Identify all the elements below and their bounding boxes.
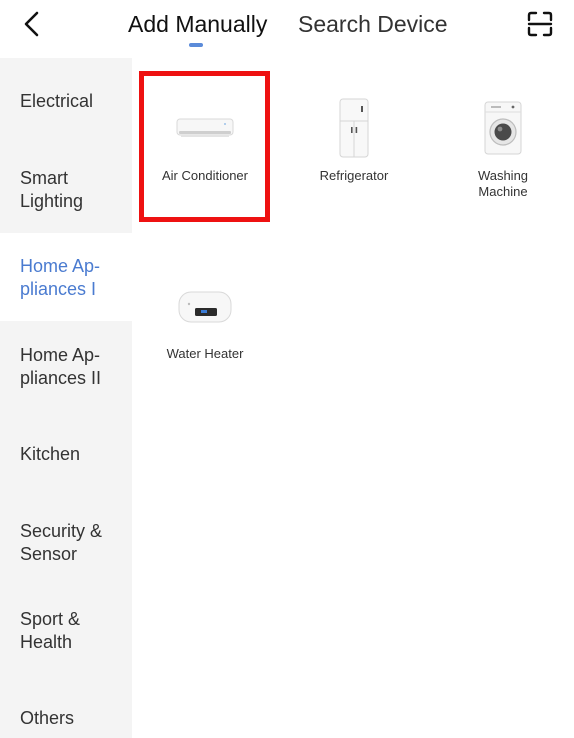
sidebar-item-label: Home Ap- pliances II — [20, 345, 102, 388]
category-sidebar: Electrical Smart Lighting Home Ap- plian… — [0, 58, 132, 738]
sidebar-item-label: Home Ap- pliances I — [20, 256, 101, 299]
chevron-left-icon — [24, 11, 39, 37]
device-water-heater[interactable]: Water Heater — [140, 266, 270, 362]
tab-search-device[interactable]: Search Device — [298, 8, 448, 40]
sidebar-item-kitchen[interactable]: Kitchen — [0, 409, 132, 497]
scan-button[interactable] — [524, 8, 556, 40]
sidebar-item-home-appliances-1[interactable]: Home Ap- pliances I — [0, 233, 132, 321]
sidebar-item-security-sensor[interactable]: Security & Sensor — [0, 497, 132, 585]
sidebar-item-label: Security & Sensor — [20, 521, 103, 564]
device-label: Refrigerator — [319, 168, 389, 183]
device-refrigerator[interactable]: Refrigerator — [289, 88, 419, 184]
active-tab-indicator — [189, 43, 203, 47]
tab-add-manually[interactable]: Add Manually — [128, 8, 267, 40]
sidebar-item-label: Kitchen — [20, 444, 81, 464]
device-label: Washing Machine — [477, 168, 529, 199]
sidebar-item-others[interactable]: Others — [0, 673, 132, 738]
sidebar-item-label: Smart Lighting — [20, 168, 84, 211]
sidebar-item-smart-lighting[interactable]: Smart Lighting — [0, 145, 132, 233]
water-heater-icon — [178, 291, 232, 323]
device-washing-machine[interactable]: Washing Machine — [438, 88, 568, 200]
sidebar-item-sport-health[interactable]: Sport & Health — [0, 585, 132, 673]
sidebar-item-label: Others — [20, 708, 75, 728]
refrigerator-icon — [339, 98, 369, 158]
top-bar: Add Manually Search Device — [0, 0, 574, 58]
highlight-box — [139, 71, 270, 222]
sidebar-item-electrical[interactable]: Electrical — [0, 58, 132, 145]
back-button[interactable] — [14, 6, 50, 42]
sidebar-item-label: Sport & Health — [20, 609, 81, 652]
sidebar-item-label: Electrical — [20, 91, 94, 111]
sidebar-item-home-appliances-2[interactable]: Home Ap- pliances II — [0, 321, 132, 409]
washing-machine-icon — [484, 101, 522, 155]
device-label: Water Heater — [166, 346, 244, 361]
scan-icon — [527, 11, 553, 37]
